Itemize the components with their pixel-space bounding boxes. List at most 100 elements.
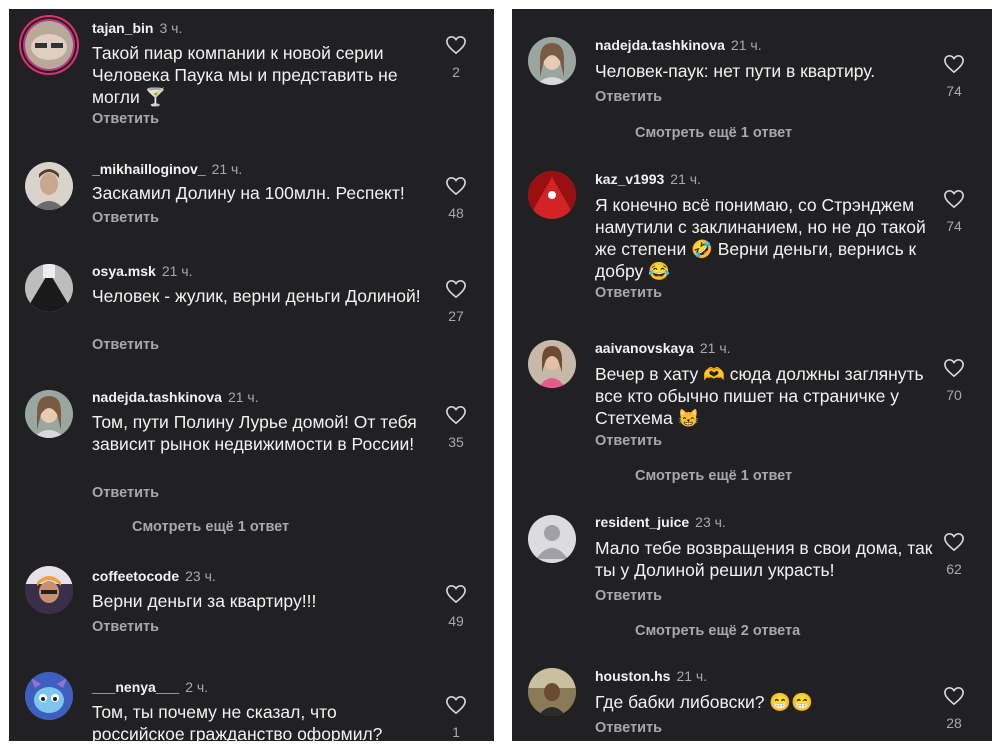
reply-button[interactable]: Ответить bbox=[595, 588, 662, 604]
timestamp: 23 ч. bbox=[185, 568, 216, 584]
avatar[interactable] bbox=[528, 668, 576, 716]
like-count: 28 bbox=[946, 715, 962, 731]
avatar[interactable] bbox=[528, 340, 576, 388]
heart-icon bbox=[446, 176, 466, 196]
like-count: 74 bbox=[946, 83, 962, 99]
like-button[interactable]: 1 bbox=[442, 695, 470, 740]
timestamp: 21 ч. bbox=[676, 668, 708, 684]
username[interactable]: aaivanovskaya bbox=[595, 340, 694, 356]
comment-item: _mikhailloginov_ 21 ч. Заскамил Долину на… bbox=[9, 156, 494, 236]
heart-icon bbox=[944, 358, 964, 378]
like-button[interactable]: 70 bbox=[940, 358, 968, 403]
view-more-replies[interactable]: Смотреть ещё 1 ответ bbox=[635, 125, 792, 141]
timestamp: 2 ч. bbox=[185, 679, 209, 695]
avatar[interactable] bbox=[528, 515, 576, 563]
like-count: 62 bbox=[946, 561, 962, 577]
username[interactable]: nadejda.tashkinova bbox=[92, 389, 222, 405]
avatar[interactable] bbox=[25, 264, 73, 312]
avatar[interactable] bbox=[528, 37, 576, 85]
heart-icon bbox=[446, 35, 466, 55]
heart-icon bbox=[446, 584, 466, 604]
timestamp: 21 ч. bbox=[730, 37, 762, 53]
comment-item: houston.hs 21 ч. Где бабки либовски? 😁😁 О… bbox=[512, 666, 992, 741]
reply-button[interactable]: Ответить bbox=[92, 210, 159, 226]
like-count: 74 bbox=[946, 218, 962, 234]
avatar[interactable] bbox=[25, 672, 73, 720]
left-comment-panel: tajan_bin 3 ч. Такой пиар компании к ново… bbox=[9, 9, 494, 741]
reply-button[interactable]: Ответить bbox=[92, 337, 159, 353]
reply-button[interactable]: Ответить bbox=[595, 433, 662, 449]
like-button[interactable]: 62 bbox=[940, 532, 968, 577]
heart-icon bbox=[944, 54, 964, 74]
like-count: 1 bbox=[452, 724, 460, 740]
like-count: 27 bbox=[448, 308, 464, 324]
comment-text: Я конечно всё понимаю, со Стрэнджем наму… bbox=[595, 195, 926, 281]
view-more-replies[interactable]: Смотреть ещё 2 ответа bbox=[635, 623, 800, 639]
comment-text: Заскамил Долину на 100млн. Респект! bbox=[92, 183, 405, 203]
comment-text: Такой пиар компании к новой серии Челове… bbox=[92, 43, 398, 107]
like-button[interactable]: 48 bbox=[442, 176, 470, 221]
like-count: 48 bbox=[448, 205, 464, 221]
reply-button[interactable]: Ответить bbox=[595, 89, 662, 105]
heart-icon bbox=[446, 405, 466, 425]
reply-button[interactable]: Ответить bbox=[92, 619, 159, 635]
like-button[interactable]: 74 bbox=[940, 54, 968, 99]
comment-text: Том, ты почему не сказал, что российское… bbox=[92, 702, 383, 741]
like-button[interactable]: 74 bbox=[940, 189, 968, 234]
like-button[interactable]: 2 bbox=[442, 35, 470, 80]
comment-item: kaz_v1993 21 ч. Я конечно всё понимаю, со… bbox=[512, 169, 992, 301]
heart-icon bbox=[944, 686, 964, 706]
timestamp: 3 ч. bbox=[159, 20, 183, 36]
username[interactable]: resident_juice bbox=[595, 514, 689, 530]
reply-button[interactable]: Ответить bbox=[595, 720, 662, 736]
like-button[interactable]: 28 bbox=[940, 686, 968, 731]
reply-button[interactable]: Ответить bbox=[92, 111, 159, 127]
avatar[interactable] bbox=[25, 162, 73, 210]
like-button[interactable]: 27 bbox=[442, 279, 470, 324]
like-count: 70 bbox=[946, 387, 962, 403]
like-count: 49 bbox=[448, 613, 464, 629]
view-more-replies[interactable]: Смотреть ещё 1 ответ bbox=[132, 519, 289, 535]
reply-button[interactable]: Ответить bbox=[92, 485, 159, 501]
comment-text: Человек - жулик, верни деньги Долиной! bbox=[92, 286, 421, 306]
timestamp: 21 ч. bbox=[161, 263, 193, 279]
avatar[interactable] bbox=[25, 390, 73, 438]
like-button[interactable]: 49 bbox=[442, 584, 470, 629]
comment-text: Том, пути Полину Лурье домой! От тебя за… bbox=[92, 412, 417, 454]
comment-text: Мало тебе возвращения в свои дома, так т… bbox=[595, 538, 933, 580]
like-count: 35 bbox=[448, 434, 464, 450]
view-more-replies[interactable]: Смотреть ещё 1 ответ bbox=[635, 468, 792, 484]
comment-item: nadejda.tashkinova 21 ч. Том, пути Полину… bbox=[9, 388, 494, 508]
like-button[interactable]: 35 bbox=[442, 405, 470, 450]
comment-item: resident_juice 23 ч. Мало тебе возвращени… bbox=[512, 513, 992, 613]
reply-button[interactable]: Ответить bbox=[595, 285, 662, 301]
right-comment-panel: nadejda.tashkinova 21 ч. Человек-паук: не… bbox=[512, 9, 992, 741]
heart-icon bbox=[446, 279, 466, 299]
avatar[interactable] bbox=[25, 21, 73, 69]
username[interactable]: coffeetocode bbox=[92, 568, 179, 584]
avatar[interactable] bbox=[25, 566, 73, 614]
username[interactable]: _mikhailloginov_ bbox=[92, 161, 206, 177]
comment-text: Человек-паук: нет пути в квартиру. bbox=[595, 61, 876, 81]
comment-item: aaivanovskaya 21 ч. Вечер в хату 🫶 сюда д… bbox=[512, 338, 992, 458]
username[interactable]: houston.hs bbox=[595, 668, 670, 684]
comment-item: osya.msk 21 ч. Человек - жулик, верни ден… bbox=[9, 262, 494, 362]
username[interactable]: kaz_v1993 bbox=[595, 171, 664, 187]
timestamp: 21 ч. bbox=[670, 171, 701, 187]
comment-text: Верни деньги за квартиру!!! bbox=[92, 591, 317, 611]
like-count: 2 bbox=[452, 64, 460, 80]
comment-item: coffeetocode 23 ч. Верни деньги за кварти… bbox=[9, 564, 494, 644]
timestamp: 21 ч. bbox=[699, 340, 731, 356]
heart-icon bbox=[446, 695, 466, 715]
username[interactable]: tajan_bin bbox=[92, 20, 153, 36]
username[interactable]: nadejda.tashkinova bbox=[595, 37, 725, 53]
heart-icon bbox=[944, 532, 964, 552]
comment-text: Вечер в хату 🫶 сюда должны заглянуть все… bbox=[595, 364, 924, 428]
comment-text: Где бабки либовски? 😁😁 bbox=[595, 692, 813, 712]
timestamp: 21 ч. bbox=[227, 389, 259, 405]
username[interactable]: osya.msk bbox=[92, 263, 156, 279]
avatar[interactable] bbox=[528, 171, 576, 219]
username[interactable]: ___nenya___ bbox=[92, 679, 179, 695]
comment-item: nadejda.tashkinova 21 ч. Человек-паук: не… bbox=[512, 35, 992, 115]
timestamp: 23 ч. bbox=[695, 514, 726, 530]
